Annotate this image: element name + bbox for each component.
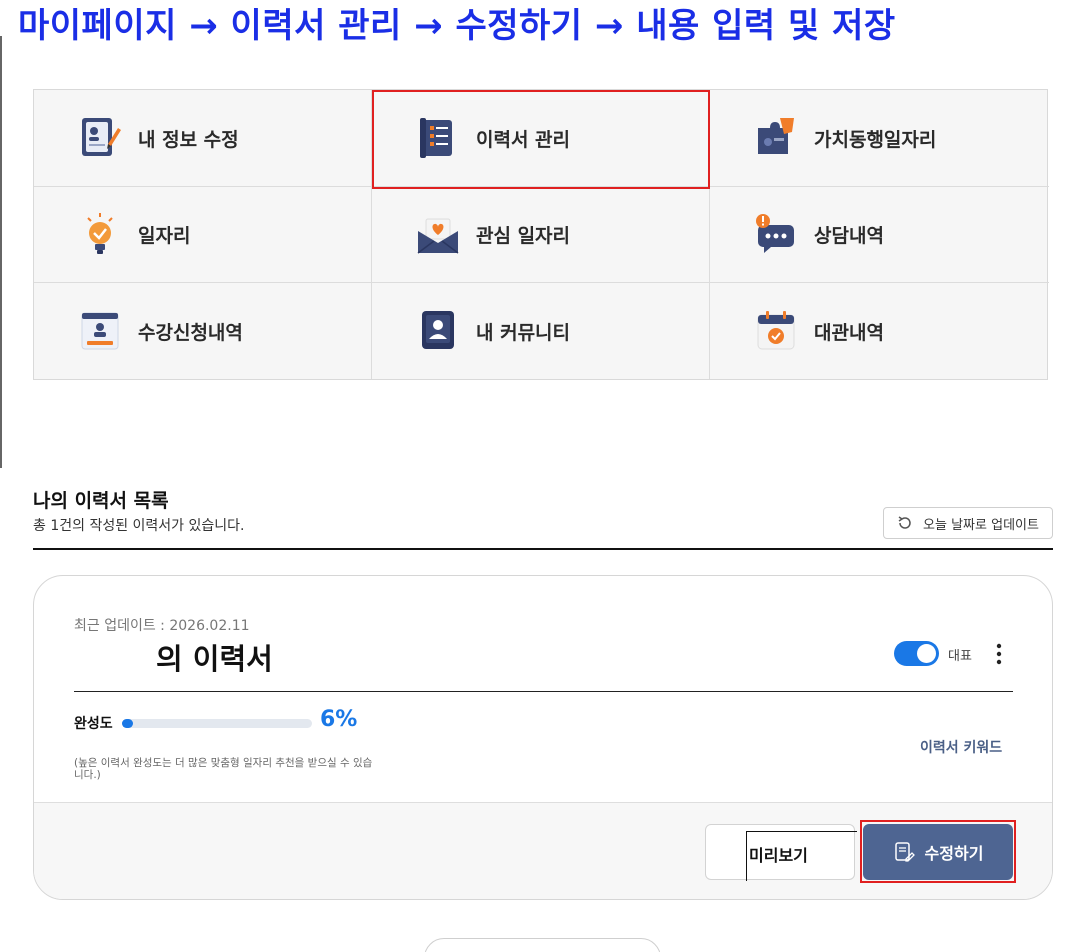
menu-item-rentals[interactable]: 대관내역 — [710, 283, 1049, 379]
representative-toggle[interactable] — [894, 641, 939, 666]
card-footer: 미리보기 수정하기 — [34, 802, 1052, 899]
menu-item-value-jobs[interactable]: 가치동행일자리 — [710, 90, 1049, 187]
menu-item-label: 이력서 관리 — [476, 128, 571, 151]
instruction-text: 마이페이지 → 이력서 관리 → 수정하기 → 내용 입력 및 저장 — [18, 6, 896, 46]
instruction-banner: 마이페이지 → 이력서 관리 → 수정하기 → 내용 입력 및 저장 — [0, 0, 1081, 46]
user-card-icon — [422, 311, 454, 349]
puzzle-icon — [758, 118, 794, 154]
menu-item-community[interactable]: 내 커뮤니티 — [372, 283, 710, 379]
resume-icon — [420, 118, 452, 158]
resume-title: 의 이력서 — [156, 642, 273, 676]
menu-item-label: 대관내역 — [814, 321, 884, 344]
edit-label: 수정하기 — [924, 844, 984, 863]
menu-item-label: 가치동행일자리 — [814, 128, 937, 151]
id-card-icon — [81, 312, 119, 350]
refresh-icon — [898, 516, 911, 529]
toggle-knob — [917, 644, 936, 663]
completion-note: (높은 이력서 완성도는 더 많은 맞춤형 일자리 추천을 받으실 수 있습니다… — [74, 757, 373, 781]
resume-keyword-link[interactable]: 이력서 키워드 — [920, 737, 1002, 757]
menu-item-label: 상담내역 — [814, 225, 884, 247]
menu-item-profile-edit[interactable]: 내 정보 수정 — [34, 90, 372, 187]
representative-label: 대표 — [948, 649, 972, 664]
preview-cursor-line — [746, 831, 857, 832]
completion-bar-fill — [122, 719, 134, 728]
preview-button[interactable]: 미리보기 — [705, 824, 857, 881]
list-divider — [33, 548, 1053, 550]
completion-percent: 6% — [320, 707, 358, 732]
preview-label: 미리보기 — [749, 846, 808, 865]
bottom-button[interactable] — [424, 938, 661, 952]
menu-item-label: 내 정보 수정 — [138, 128, 239, 151]
edit-document-icon — [894, 842, 915, 862]
chat-icon — [756, 213, 794, 253]
more-options-icon[interactable] — [989, 640, 1009, 668]
edit-button[interactable]: 수정하기 — [863, 824, 1013, 880]
resume-list-title: 나의 이력서 목록 — [33, 490, 169, 512]
resume-list-count: 총 1건의 작성된 이력서가 있습니다. — [33, 518, 245, 534]
completion-label: 완성도 — [74, 716, 113, 732]
menu-item-label: 관심 일자리 — [476, 225, 571, 247]
menu-item-label: 내 커뮤니티 — [476, 321, 571, 344]
resume-card: 최근 업데이트 : 2026.02.11 의 이력서 대표 완성도 6% (높은… — [33, 575, 1053, 900]
card-divider — [74, 691, 1013, 692]
mypage-menu-grid: 내 정보 수정 이력서 관리 가치동행일자리 일자리 관심 일자리 상담내역 수… — [33, 89, 1049, 380]
preview-cursor-line — [746, 831, 747, 881]
update-date-label: 오늘 날짜로 업데이트 — [923, 517, 1039, 533]
last-updated: 최근 업데이트 : 2026.02.11 — [74, 618, 250, 634]
completion-bar — [122, 719, 312, 728]
update-date-button[interactable]: 오늘 날짜로 업데이트 — [883, 507, 1053, 539]
menu-item-label: 일자리 — [138, 225, 191, 247]
calendar-check-icon — [757, 311, 795, 350]
menu-item-label: 수강신청내역 — [138, 321, 243, 344]
heart-envelope-icon — [417, 218, 459, 254]
menu-item-consultations[interactable]: 상담내역 — [710, 187, 1049, 283]
menu-item-course-applications[interactable]: 수강신청내역 — [34, 283, 372, 379]
menu-item-favorite-jobs[interactable]: 관심 일자리 — [372, 187, 710, 283]
menu-item-jobs[interactable]: 일자리 — [34, 187, 372, 283]
left-divider — [0, 36, 2, 468]
menu-item-resume[interactable]: 이력서 관리 — [372, 90, 710, 187]
lightbulb-icon — [87, 212, 113, 254]
profile-edit-icon — [82, 118, 121, 156]
